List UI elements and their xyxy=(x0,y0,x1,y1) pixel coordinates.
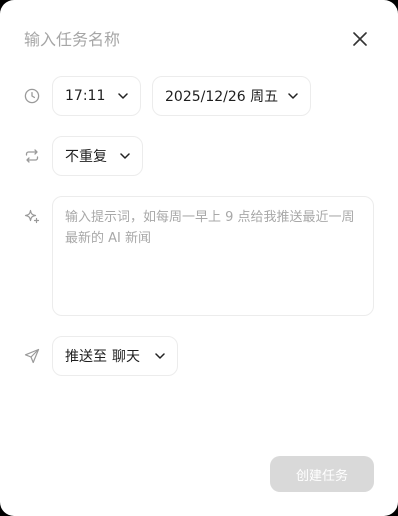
repeat-icon xyxy=(24,148,40,164)
date-value: 2025/12/26 周五 xyxy=(165,89,279,105)
task-name-input[interactable] xyxy=(24,26,334,52)
chevron-down-icon xyxy=(288,93,298,99)
push-label: 推送至 xyxy=(65,349,107,365)
date-select[interactable]: 2025/12/26 周五 xyxy=(152,76,311,116)
repeat-select[interactable]: 不重复 xyxy=(52,136,143,176)
push-target-value: 聊天 xyxy=(112,349,140,365)
prompt-box xyxy=(52,196,374,316)
close-icon xyxy=(353,32,367,46)
repeat-value: 不重复 xyxy=(65,149,107,165)
chevron-down-icon xyxy=(120,153,130,159)
clock-icon xyxy=(24,88,40,104)
sparkle-icon xyxy=(24,208,40,224)
time-select[interactable]: 17:11 xyxy=(52,76,141,116)
create-task-dialog: 17:11 2025/12/26 周五 不重复 xyxy=(0,0,398,516)
push-target-select[interactable]: 推送至 聊天 xyxy=(52,336,178,376)
prompt-input[interactable] xyxy=(65,207,361,305)
chevron-down-icon xyxy=(118,93,128,99)
create-task-button[interactable]: 创建任务 xyxy=(270,456,374,492)
chevron-down-icon xyxy=(155,353,165,359)
close-button[interactable] xyxy=(348,27,372,51)
send-icon xyxy=(24,348,40,364)
time-value: 17:11 xyxy=(65,88,106,104)
